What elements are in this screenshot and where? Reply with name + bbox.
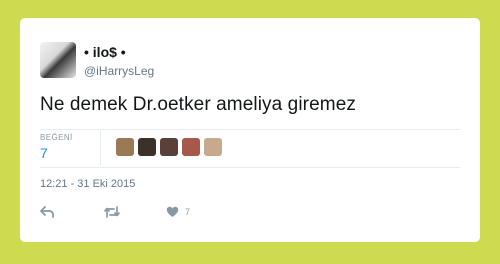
tweet-actions: 7	[40, 202, 240, 222]
likes-count[interactable]: 7	[40, 145, 48, 161]
liker-avatar[interactable]	[204, 138, 222, 156]
liker-avatar[interactable]	[182, 138, 200, 156]
user-handle[interactable]: @iHarrysLeg	[84, 64, 154, 78]
liker-avatar[interactable]	[116, 138, 134, 156]
divider	[40, 167, 460, 168]
retweet-icon	[104, 206, 120, 218]
retweet-button[interactable]	[104, 202, 120, 222]
divider	[40, 129, 460, 130]
reply-icon	[40, 206, 54, 218]
like-count: 7	[185, 207, 191, 217]
display-name[interactable]: • ilo$ •	[84, 44, 126, 60]
stats-separator	[100, 131, 101, 165]
tweet-timestamp[interactable]: 12:21 - 31 Eki 2015	[40, 178, 135, 190]
likes-label: BEĞENİ	[40, 133, 73, 142]
avatar[interactable]	[40, 42, 76, 78]
liker-avatar[interactable]	[138, 138, 156, 156]
liker-avatar[interactable]	[160, 138, 178, 156]
tweet-card: • ilo$ • @iHarrysLeg Ne demek Dr.oetker …	[20, 18, 480, 242]
likers-avatars	[116, 138, 222, 156]
heart-icon	[166, 206, 179, 217]
like-button[interactable]: 7	[166, 202, 190, 222]
reply-button[interactable]	[40, 202, 54, 222]
tweet-text: Ne demek Dr.oetker ameliya giremez	[40, 94, 356, 115]
